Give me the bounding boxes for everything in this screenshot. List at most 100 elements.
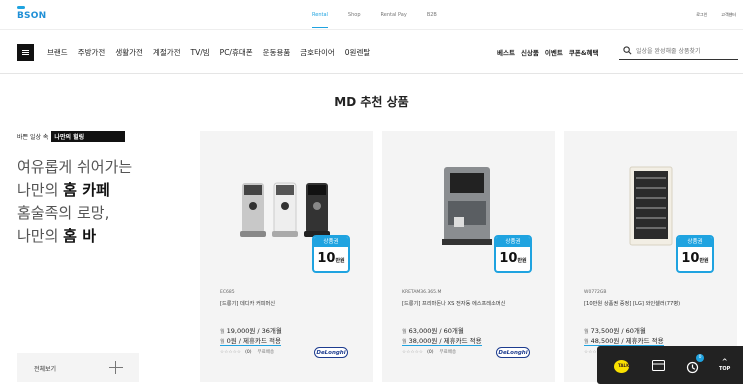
product-name[interactable]: [10만원 상품권 증정] [LG] 와인셀러(77병): [584, 300, 680, 307]
promo-headline: 여유롭게 쉬어가는 나만의 홈 카페 홈술족의 로망, 나만의 홈 바: [17, 156, 132, 248]
promo-tag: 바쁜 일상 속 나만의 힐링: [17, 131, 126, 142]
login-link[interactable]: 로그인: [696, 12, 707, 18]
monthly-price: 월 63,000원 / 60개월: [402, 325, 464, 335]
voucher-badge: 상품권 10만원: [676, 235, 714, 273]
brand-logo: DeLonghi: [314, 347, 348, 358]
recent-count-badge: 0: [696, 354, 704, 362]
headline-line: 나만의 홈 바: [17, 225, 132, 248]
product-name[interactable]: [드롱기] 프리마돈나 XS 전자동 에스프레소머신: [402, 300, 505, 307]
headline-text: 나만의: [17, 227, 64, 245]
card-price: 월 0원 / 제휴카드 적용: [220, 335, 281, 346]
price-value: 73,500원 / 60개월: [590, 327, 646, 335]
card-price-value: 0원 / 제휴카드 적용: [226, 337, 281, 345]
monthly-price: 월 73,500원 / 60개월: [584, 325, 646, 335]
voucher-badge-label: 상품권: [678, 237, 712, 247]
product-model: KRETAM36.365.M: [402, 290, 442, 295]
hamburger-icon: [22, 50, 29, 51]
voucher-amount: 10: [681, 251, 700, 266]
arrow-up-icon: ^: [721, 358, 728, 366]
link-event[interactable]: 이벤트: [545, 47, 563, 57]
product-meta: ☆☆☆☆☆ (0) 무료배송: [402, 349, 457, 356]
recent-view-button[interactable]: 0: [686, 354, 704, 378]
voucher-badge-value: 10만원: [496, 247, 530, 271]
search-input[interactable]: [636, 45, 736, 57]
headline-bold: 홈 카페: [63, 181, 110, 199]
search-icon[interactable]: [623, 46, 632, 55]
card-icon[interactable]: [652, 360, 665, 371]
product-model: W0772GB: [584, 290, 607, 295]
top-bar: BSON Rental Shop Rental Pay B2B 로그인 고객센터: [0, 0, 743, 30]
card-price: 월 48,500원 / 제휴카드 적용: [584, 335, 664, 346]
category-living[interactable]: 생활가전: [115, 47, 143, 58]
hamburger-line: [22, 54, 29, 55]
featured-links: 베스트 신상품 이벤트 쿠폰&혜택: [497, 47, 604, 57]
view-all-button[interactable]: 전체보기: [17, 353, 139, 382]
shipping-label: 무료배송: [439, 350, 457, 355]
tab-shop[interactable]: Shop: [348, 0, 361, 28]
price-value: 63,000원 / 60개월: [408, 327, 464, 335]
voucher-badge: 상품권 10만원: [494, 235, 532, 273]
voucher-unit: 만원: [517, 258, 527, 264]
voucher-unit: 만원: [335, 258, 345, 264]
headline-text: 홈술족의 로망,: [17, 204, 110, 222]
voucher-amount: 10: [317, 251, 336, 266]
product-card[interactable]: 상품권 10만원 W0772GB [10만원 상품권 증정] [LG] 와인셀러…: [564, 131, 737, 382]
price-value: 19,000원 / 36개월: [226, 327, 282, 335]
logo-text: BSON: [17, 11, 47, 21]
link-best[interactable]: 베스트: [497, 47, 515, 57]
scroll-top-button[interactable]: ^ TOP: [719, 358, 731, 373]
site-logo[interactable]: BSON: [17, 6, 47, 26]
category-kitchen[interactable]: 주방가전: [78, 47, 106, 58]
category-sports[interactable]: 운동용품: [263, 47, 291, 58]
product-name[interactable]: [드롱기] 데디카 커피머신: [220, 300, 275, 307]
voucher-amount: 10: [499, 251, 518, 266]
headline-text: 나만의: [17, 181, 64, 199]
price-prefix: 월: [402, 339, 407, 345]
headline-line: 나만의 홈 카페: [17, 179, 132, 202]
search-box: [619, 42, 738, 60]
voucher-badge: 상품권 10만원: [312, 235, 350, 273]
main-nav: 브랜드 주방가전 생활가전 계절가전 TV/빔 PC/휴대폰 운동용품 금호타이…: [0, 30, 743, 74]
price-prefix: 월: [584, 339, 589, 345]
category-seasonal[interactable]: 계절가전: [153, 47, 181, 58]
tab-rental-pay[interactable]: Rental Pay: [381, 0, 407, 28]
brand-logo: DeLonghi: [496, 347, 530, 358]
link-new[interactable]: 신상품: [521, 47, 539, 57]
category-tv[interactable]: TV/빔: [191, 47, 210, 58]
headline-line: 여유롭게 쉬어가는: [17, 156, 132, 179]
shipping-label: 무료배송: [257, 350, 275, 355]
utility-links: 로그인 고객센터: [682, 12, 736, 18]
rating-stars: ☆☆☆☆☆: [402, 349, 424, 355]
tab-rental[interactable]: Rental: [312, 0, 328, 28]
promo-tag-prefix: 바쁜 일상 속: [17, 134, 49, 141]
headline-text: 여유롭게 쉬어가는: [17, 158, 133, 176]
support-link[interactable]: 고객센터: [721, 12, 736, 18]
voucher-badge-value: 10만원: [678, 247, 712, 271]
product-model: EC685: [220, 290, 235, 295]
top-label: TOP: [719, 366, 731, 372]
product-card[interactable]: 상품권 10만원 KRETAM36.365.M [드롱기] 프리마돈나 XS 전…: [382, 131, 555, 382]
category-pc-phone[interactable]: PC/휴대폰: [220, 47, 253, 58]
link-coupon[interactable]: 쿠폰&혜택: [569, 47, 599, 57]
view-all-label: 전체보기: [34, 366, 57, 373]
voucher-badge-label: 상품권: [496, 237, 530, 247]
review-count: (0): [245, 349, 252, 355]
hamburger-line: [22, 52, 29, 53]
review-count: (0): [427, 349, 434, 355]
category-tire[interactable]: 금호타이어: [300, 47, 335, 58]
plus-icon: [109, 367, 123, 368]
kakao-chat-button[interactable]: TALK: [614, 360, 629, 373]
rating-stars: ☆☆☆☆☆: [220, 349, 242, 355]
voucher-badge-value: 10만원: [314, 247, 348, 271]
category-brand[interactable]: 브랜드: [47, 47, 68, 58]
promo-tag-highlight: 나만의 힐링: [51, 131, 126, 142]
price-prefix: 월: [220, 339, 225, 345]
voucher-badge-label: 상품권: [314, 237, 348, 247]
floating-quick-bar: TALK 0 ^ TOP: [597, 346, 743, 384]
voucher-unit: 만원: [699, 258, 709, 264]
menu-button[interactable]: [17, 44, 34, 61]
tab-b2b[interactable]: B2B: [427, 0, 437, 28]
product-card[interactable]: 상품권 10만원 EC685 [드롱기] 데디카 커피머신 월 19,000원 /…: [200, 131, 373, 382]
category-zero-rental[interactable]: 0원렌탈: [345, 47, 370, 58]
card-price-value: 48,500원 / 제휴카드 적용: [590, 337, 664, 345]
